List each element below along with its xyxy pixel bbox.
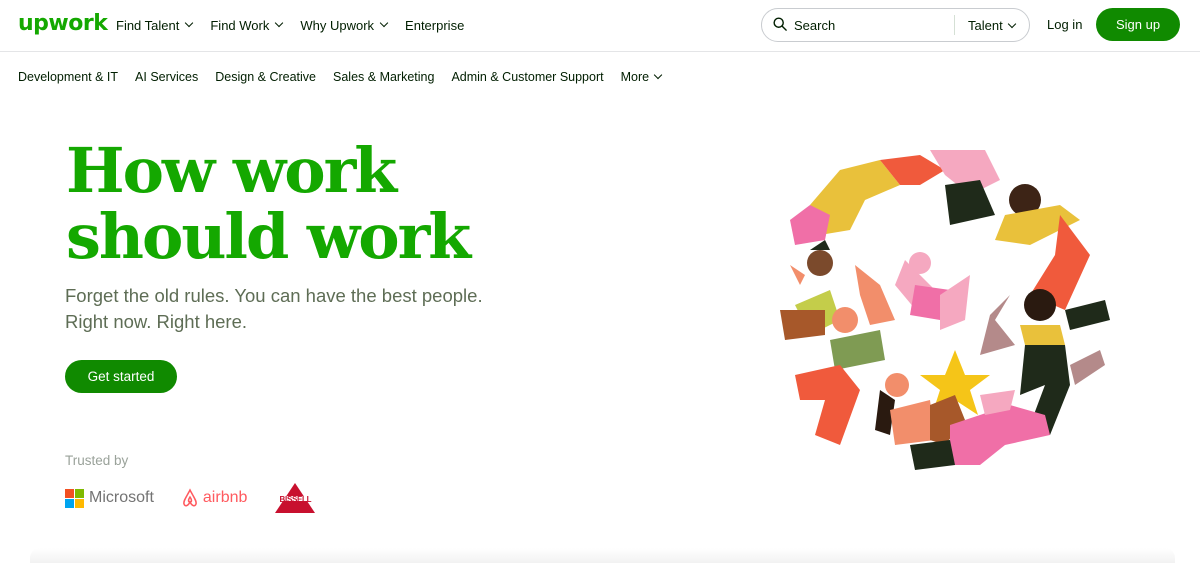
hero-title: How work should work <box>66 138 566 270</box>
category-development-it[interactable]: Development & IT <box>18 70 118 84</box>
airbnb-logo-text: airbnb <box>202 489 248 506</box>
category-label: Design & Creative <box>215 70 317 84</box>
nav-find-work[interactable]: Find Work <box>210 17 284 33</box>
signup-button[interactable]: Sign up <box>1096 8 1180 41</box>
section-edge <box>30 548 1175 563</box>
microsoft-icon <box>65 488 84 508</box>
search-type-label: Talent <box>968 18 1003 33</box>
nav-why-upwork-label: Why Upwork <box>300 17 375 33</box>
trusted-logos: Microsoft airbnb BISSELL <box>65 483 317 513</box>
nav-enterprise-label: Enterprise <box>405 17 465 33</box>
hero-subtitle-line1: Forget the old rules. You can have the b… <box>65 285 483 306</box>
bissell-logo: BISSELL <box>273 483 317 513</box>
chevron-down-icon <box>185 18 194 28</box>
nav-find-talent-label: Find Talent <box>116 17 180 33</box>
hero-illustration <box>777 148 1110 478</box>
get-started-button[interactable]: Get started <box>65 360 177 393</box>
login-link[interactable]: Log in <box>1047 17 1082 32</box>
hero-subtitle: Forget the old rules. You can have the b… <box>65 283 525 335</box>
category-label: Development & IT <box>18 70 119 84</box>
category-label: More <box>620 70 650 84</box>
category-more[interactable]: More <box>620 70 663 84</box>
chevron-down-icon <box>653 70 663 80</box>
top-nav: Find Talent Find Work Why Upwork Enterpr… <box>116 0 464 50</box>
trusted-by-label: Trusted by <box>65 453 129 468</box>
upwork-logo[interactable]: upwork <box>18 11 108 36</box>
chevron-down-icon <box>379 18 389 28</box>
airbnb-logo: airbnb <box>180 488 247 508</box>
nav-find-work-label: Find Work <box>210 17 270 33</box>
top-header: upwork Find Talent Find Work Why Upwork … <box>0 0 1200 52</box>
airbnb-icon <box>183 488 197 507</box>
chevron-down-icon <box>1007 19 1016 28</box>
search-divider <box>954 15 955 35</box>
category-sales-marketing[interactable]: Sales & Marketing <box>333 70 434 84</box>
hero-title-line1: How work <box>66 134 397 207</box>
category-label: Admin & Customer Support <box>451 70 604 84</box>
category-admin-support[interactable]: Admin & Customer Support <box>451 70 603 84</box>
hero-title-line2: should work <box>66 200 471 273</box>
nav-find-talent[interactable]: Find Talent <box>116 17 194 33</box>
search-icon <box>773 17 787 31</box>
nav-why-upwork[interactable]: Why Upwork <box>300 17 389 33</box>
bissell-logo-text: BISSELL <box>279 495 312 504</box>
search-input[interactable]: Search <box>794 18 835 33</box>
chevron-down-icon <box>275 18 284 28</box>
microsoft-logo-text: Microsoft <box>89 489 154 506</box>
search-bar[interactable]: Search Talent <box>761 8 1030 42</box>
category-ai-services[interactable]: AI Services <box>135 70 198 84</box>
category-nav: Development & IT AI Services Design & Cr… <box>18 70 663 84</box>
category-design-creative[interactable]: Design & Creative <box>215 70 316 84</box>
category-label: AI Services <box>135 70 199 84</box>
hero-subtitle-line2: Right now. Right here. <box>65 311 248 332</box>
category-label: Sales & Marketing <box>333 70 435 84</box>
nav-enterprise[interactable]: Enterprise <box>405 18 464 33</box>
microsoft-logo: Microsoft <box>65 488 154 508</box>
search-type-dropdown[interactable]: Talent <box>968 18 1016 33</box>
